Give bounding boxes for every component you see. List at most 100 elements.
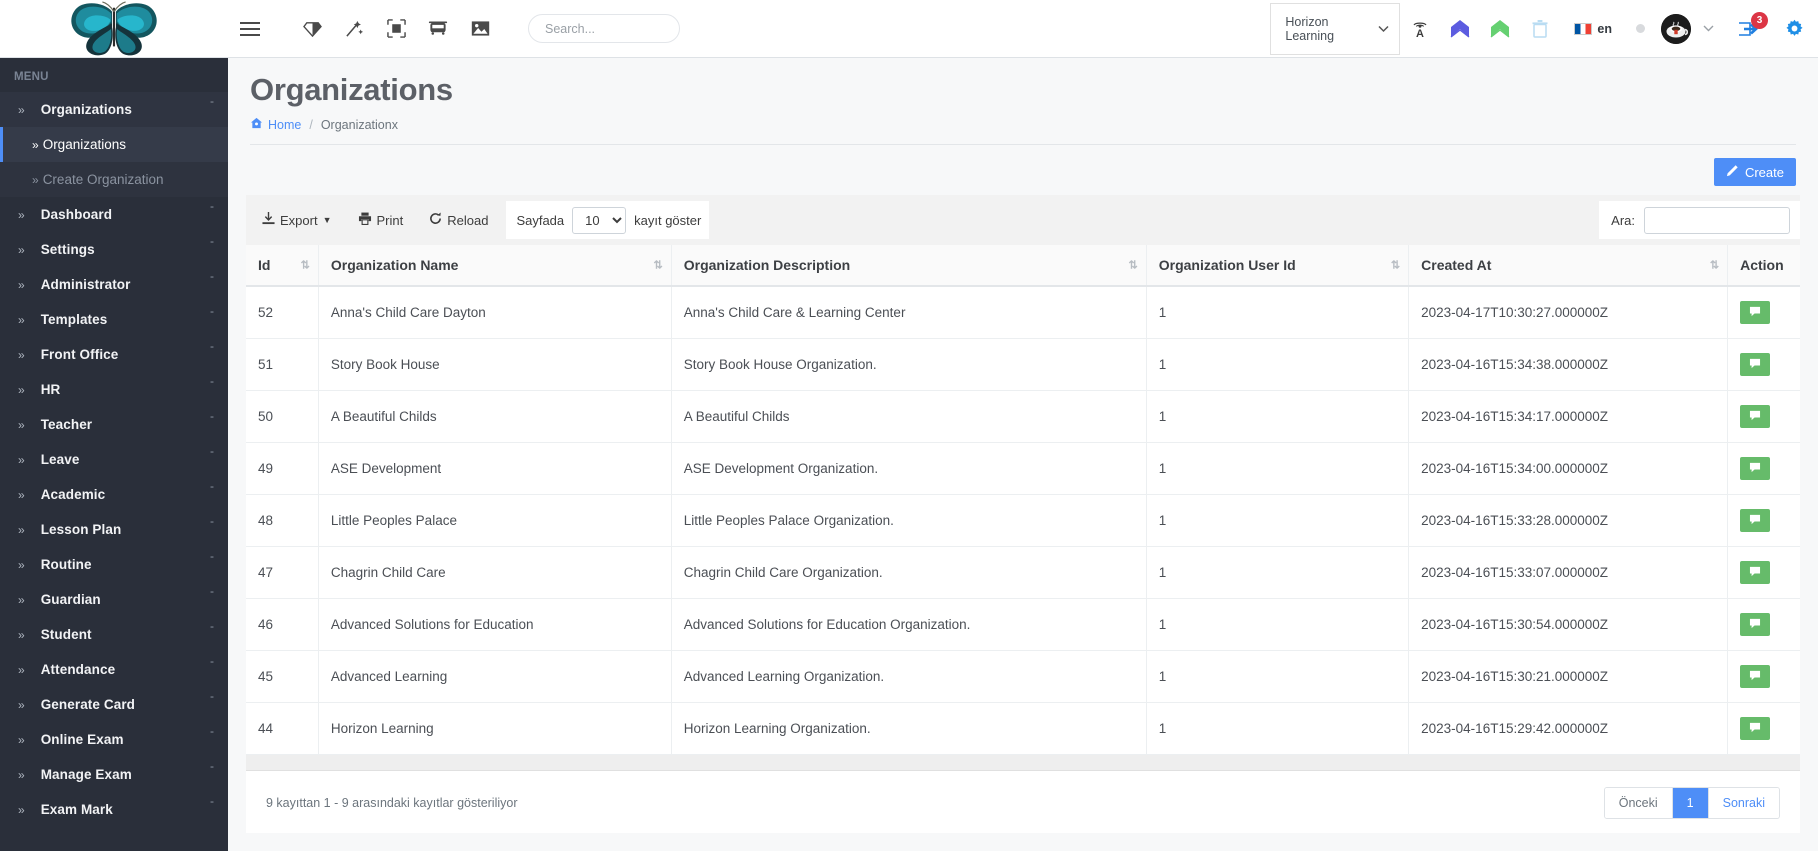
comment-icon xyxy=(1749,565,1761,580)
cell-id: 47 xyxy=(246,546,319,599)
column-header-created-at[interactable]: Created At ⇅ xyxy=(1408,245,1729,287)
chevron-double-right-icon: » xyxy=(18,802,25,817)
comment-action-button[interactable] xyxy=(1740,613,1771,636)
sidebar-item-hr[interactable]: » HR - xyxy=(0,372,228,407)
sidebar-collapse-marker: - xyxy=(210,759,214,773)
sidebar-item-exam-mark[interactable]: » Exam Mark - xyxy=(0,792,228,827)
language-switcher[interactable]: en xyxy=(1560,0,1620,58)
sidebar-item-academic[interactable]: » Academic - xyxy=(0,477,228,512)
sidebar-item-guardian[interactable]: » Guardian - xyxy=(0,582,228,617)
sidebar-item-dashboard[interactable]: » Dashboard - xyxy=(0,197,228,232)
breadcrumb-home-link[interactable]: Home xyxy=(250,117,301,132)
cell-created-at: 2023-04-16T15:34:38.000000Z xyxy=(1408,338,1729,391)
sidebar-item-manage-exam[interactable]: » Manage Exam - xyxy=(0,757,228,792)
comment-icon xyxy=(1749,513,1761,528)
sidebar-item-settings[interactable]: » Settings - xyxy=(0,232,228,267)
reload-button[interactable]: Reload xyxy=(419,209,498,231)
datatable-search-input[interactable] xyxy=(1644,206,1790,234)
comment-icon xyxy=(1749,617,1761,632)
sidebar-item-organizations[interactable]: » Organizations - xyxy=(0,92,228,127)
sidebar-item-administrator[interactable]: » Administrator - xyxy=(0,267,228,302)
sidebar-subitem-create-organization[interactable]: » Create Organization xyxy=(0,162,228,197)
sidebar-item-templates[interactable]: » Templates - xyxy=(0,302,228,337)
sidebar-item-online-exam[interactable]: » Online Exam - xyxy=(0,722,228,757)
horizontal-scrollbar[interactable] xyxy=(246,755,1800,771)
sidebar-item-front-office[interactable]: » Front Office - xyxy=(0,337,228,372)
page-length-suffix: kayıt göster xyxy=(634,212,702,228)
sidebar-subitem-organizations[interactable]: » Organizations xyxy=(0,127,228,162)
organizations-table: Id ⇅ Organization Name ⇅ Organization Descri… xyxy=(246,245,1800,755)
sidebar-item-lesson-plan[interactable]: » Lesson Plan - xyxy=(0,512,228,547)
pagination: Önceki 1 Sonraki xyxy=(1603,787,1780,819)
bus-icon[interactable] xyxy=(418,9,458,49)
cell-action xyxy=(1727,390,1800,443)
column-header-organization-description[interactable]: Organization Description ⇅ xyxy=(671,245,1147,287)
user-menu-chevron-down-icon[interactable] xyxy=(1703,23,1714,35)
gem-icon[interactable] xyxy=(292,9,332,49)
gear-icon[interactable] xyxy=(1770,0,1818,58)
broadcast-icon[interactable]: A xyxy=(1400,0,1440,58)
comment-action-button[interactable] xyxy=(1740,457,1771,480)
column-header-organization-user-id[interactable]: Organization User Id ⇅ xyxy=(1146,245,1410,287)
comment-action-button[interactable] xyxy=(1740,405,1771,428)
header-nav-icons xyxy=(228,9,502,49)
comment-action-button[interactable] xyxy=(1740,665,1771,688)
mail-sent-icon[interactable] xyxy=(1480,0,1520,58)
sidebar-item-label: Teacher xyxy=(40,417,93,432)
table-body: 52 Anna's Child Care Dayton Anna's Child C… xyxy=(246,286,1800,755)
sidebar-collapse-marker: - xyxy=(210,304,214,318)
logout-icon[interactable]: 3 xyxy=(1728,0,1770,58)
language-label: en xyxy=(1597,21,1612,36)
sidebar-item-routine[interactable]: » Routine - xyxy=(0,547,228,582)
print-button[interactable]: Print xyxy=(348,209,414,231)
search-input[interactable] xyxy=(543,20,665,37)
header-search[interactable] xyxy=(528,14,680,43)
datatable-search-label: Ara: xyxy=(1611,212,1635,228)
organization-selector[interactable]: Horizon Learning xyxy=(1270,2,1401,55)
breadcrumb: Home / Organizationx xyxy=(250,110,1796,132)
cell-action xyxy=(1727,598,1800,651)
fullscreen-icon[interactable] xyxy=(376,9,416,49)
trash-icon[interactable] xyxy=(1520,0,1560,58)
cell-created-at: 2023-04-17T10:30:27.000000Z xyxy=(1408,286,1729,339)
sidebar-item-generate-card[interactable]: » Generate Card - xyxy=(0,687,228,722)
column-header-label: Id xyxy=(258,257,271,273)
sidebar-section-title: MENU xyxy=(14,71,49,83)
image-icon[interactable] xyxy=(460,9,500,49)
export-button[interactable]: Export ▼ xyxy=(252,209,342,231)
main-content: Organizations Home / Organizationx Creat… xyxy=(228,58,1818,851)
column-header-id[interactable]: Id ⇅ xyxy=(246,245,319,287)
comment-icon xyxy=(1749,409,1761,424)
magic-wand-icon[interactable] xyxy=(334,9,374,49)
pagination-page-1[interactable]: 1 xyxy=(1672,788,1709,818)
page-length-control: Sayfada 102550100 kayıt göster xyxy=(506,201,710,239)
chevron-double-right-icon: » xyxy=(32,172,39,187)
page-length-select[interactable]: 102550100 xyxy=(572,206,627,234)
hamburger-menu-icon[interactable] xyxy=(230,9,270,49)
comment-action-button[interactable] xyxy=(1740,561,1771,584)
brand-logo[interactable] xyxy=(0,0,228,58)
pagination-next[interactable]: Sonraki xyxy=(1708,788,1779,818)
pagination-prev[interactable]: Önceki xyxy=(1604,788,1673,818)
table-row: 47 Chagrin Child Care Chagrin Child Care O… xyxy=(246,546,1800,599)
comment-action-button[interactable] xyxy=(1740,301,1771,324)
sidebar-item-student[interactable]: » Student - xyxy=(0,617,228,652)
mail-inbox-icon[interactable] xyxy=(1440,0,1480,58)
sidebar-item-label: Administrator xyxy=(40,277,131,292)
comment-action-button[interactable] xyxy=(1740,717,1771,740)
sidebar-item-label: Academic xyxy=(40,487,106,502)
user-avatar[interactable] xyxy=(1661,13,1691,44)
create-button[interactable]: Create xyxy=(1713,158,1796,186)
chevron-double-right-icon: » xyxy=(18,662,25,677)
sidebar-item-leave[interactable]: » Leave - xyxy=(0,442,228,477)
column-header-label: Created At xyxy=(1421,257,1492,273)
comment-action-button[interactable] xyxy=(1740,353,1771,376)
sidebar-menu: » Organizations -» Organizations» Create Org… xyxy=(0,92,228,827)
comment-icon xyxy=(1749,721,1761,736)
chevron-double-right-icon: » xyxy=(18,732,25,747)
sidebar-item-attendance[interactable]: » Attendance - xyxy=(0,652,228,687)
comment-action-button[interactable] xyxy=(1740,509,1771,532)
column-header-organization-name[interactable]: Organization Name ⇅ xyxy=(318,245,672,287)
chevron-double-right-icon: » xyxy=(18,767,25,782)
sidebar-item-teacher[interactable]: » Teacher - xyxy=(0,407,228,442)
